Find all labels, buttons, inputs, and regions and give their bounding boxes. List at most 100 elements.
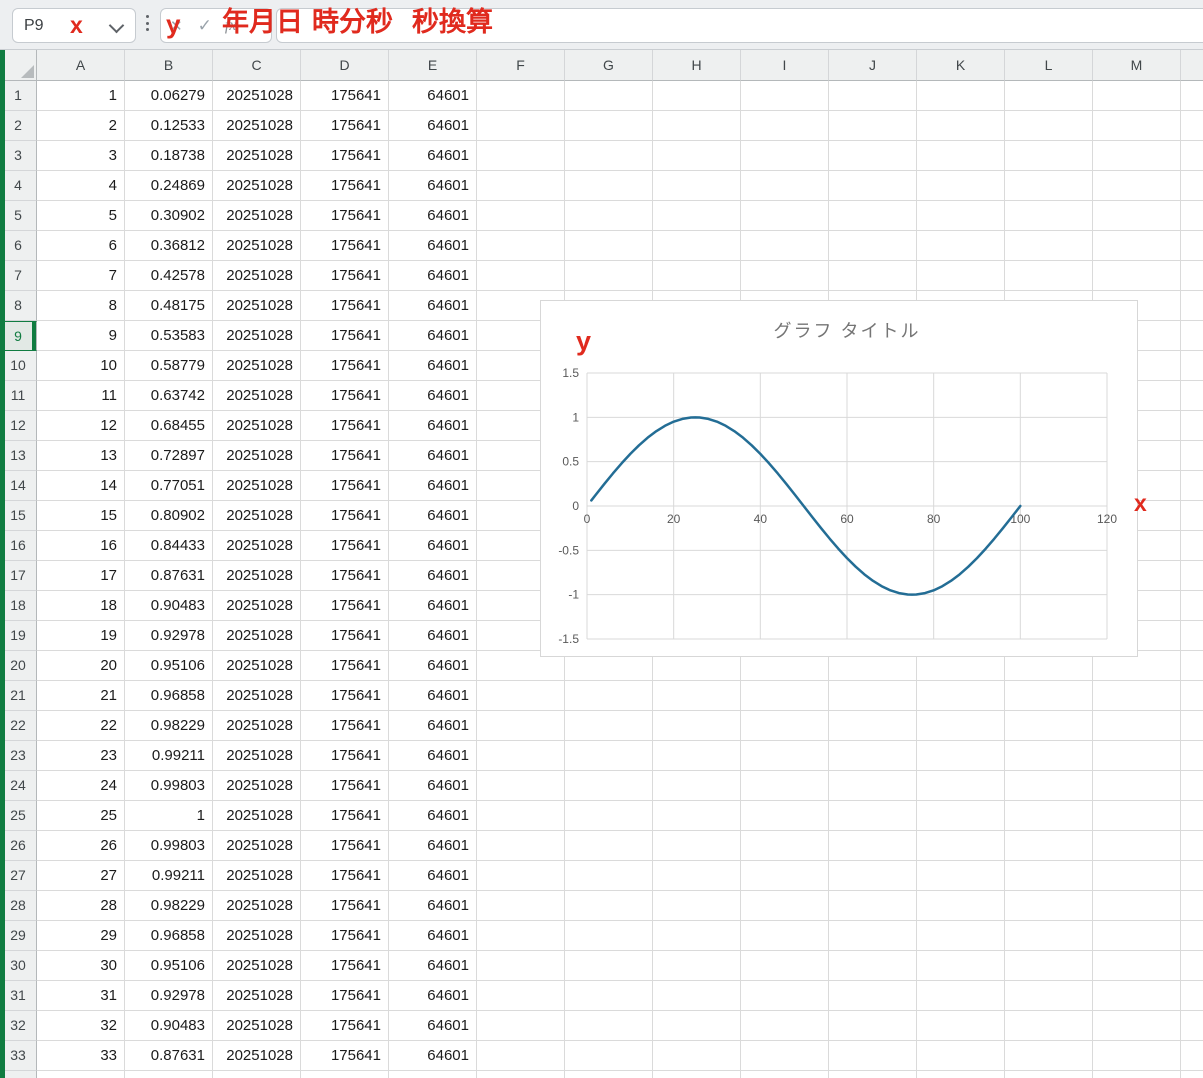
column-header-H[interactable]: H <box>653 50 741 81</box>
cell-B6[interactable]: 0.36812 <box>125 231 213 261</box>
cell-L28[interactable] <box>1005 891 1093 921</box>
cell-K23[interactable] <box>917 741 1005 771</box>
cell-G3[interactable] <box>565 141 653 171</box>
cell-D9[interactable]: 175641 <box>301 321 389 351</box>
column-header-partial[interactable] <box>1181 50 1203 81</box>
cell-M21[interactable] <box>1093 681 1181 711</box>
cell-A26[interactable]: 26 <box>37 831 125 861</box>
cell-H33[interactable] <box>653 1041 741 1071</box>
cell-G6[interactable] <box>565 231 653 261</box>
cell-L22[interactable] <box>1005 711 1093 741</box>
cell-D29[interactable]: 175641 <box>301 921 389 951</box>
cell-B26[interactable]: 0.99803 <box>125 831 213 861</box>
cell-L24[interactable] <box>1005 771 1093 801</box>
cell-partial-18[interactable] <box>1181 591 1203 621</box>
cell-D11[interactable]: 175641 <box>301 381 389 411</box>
cell-C7[interactable]: 20251028 <box>213 261 301 291</box>
column-header-B[interactable]: B <box>125 50 213 81</box>
cell-J25[interactable] <box>829 801 917 831</box>
cell-J1[interactable] <box>829 81 917 111</box>
cell-C24[interactable]: 20251028 <box>213 771 301 801</box>
cell-I7[interactable] <box>741 261 829 291</box>
cell-L30[interactable] <box>1005 951 1093 981</box>
cell-C34[interactable] <box>213 1071 301 1078</box>
cell-L4[interactable] <box>1005 171 1093 201</box>
cell-B27[interactable]: 0.99211 <box>125 861 213 891</box>
row-header-11[interactable]: 11 <box>0 381 37 411</box>
cell-F28[interactable] <box>477 891 565 921</box>
cell-E14[interactable]: 64601 <box>389 471 477 501</box>
row-header-15[interactable]: 15 <box>0 501 37 531</box>
cell-partial-31[interactable] <box>1181 981 1203 1011</box>
cell-C8[interactable]: 20251028 <box>213 291 301 321</box>
cell-D12[interactable]: 175641 <box>301 411 389 441</box>
cell-B17[interactable]: 0.87631 <box>125 561 213 591</box>
cell-E17[interactable]: 64601 <box>389 561 477 591</box>
column-header-M[interactable]: M <box>1093 50 1181 81</box>
column-header-A[interactable]: A <box>37 50 125 81</box>
cell-H29[interactable] <box>653 921 741 951</box>
cell-A19[interactable]: 19 <box>37 621 125 651</box>
cell-C13[interactable]: 20251028 <box>213 441 301 471</box>
row-header-13[interactable]: 13 <box>0 441 37 471</box>
cell-K2[interactable] <box>917 111 1005 141</box>
cell-L1[interactable] <box>1005 81 1093 111</box>
cell-B21[interactable]: 0.96858 <box>125 681 213 711</box>
cell-F33[interactable] <box>477 1041 565 1071</box>
cell-partial-19[interactable] <box>1181 621 1203 651</box>
row-header-33[interactable]: 33 <box>0 1041 37 1071</box>
row-header-22[interactable]: 22 <box>0 711 37 741</box>
cell-F3[interactable] <box>477 141 565 171</box>
cell-B4[interactable]: 0.24869 <box>125 171 213 201</box>
cell-H21[interactable] <box>653 681 741 711</box>
row-header-20[interactable]: 20 <box>0 651 37 681</box>
cell-H3[interactable] <box>653 141 741 171</box>
cell-D18[interactable]: 175641 <box>301 591 389 621</box>
cell-A33[interactable]: 33 <box>37 1041 125 1071</box>
cell-partial-29[interactable] <box>1181 921 1203 951</box>
cell-A5[interactable]: 5 <box>37 201 125 231</box>
cell-E13[interactable]: 64601 <box>389 441 477 471</box>
cell-I28[interactable] <box>741 891 829 921</box>
cell-H2[interactable] <box>653 111 741 141</box>
cell-F6[interactable] <box>477 231 565 261</box>
column-header-I[interactable]: I <box>741 50 829 81</box>
cell-D8[interactable]: 175641 <box>301 291 389 321</box>
row-header-5[interactable]: 5 <box>0 201 37 231</box>
cell-M30[interactable] <box>1093 951 1181 981</box>
cell-partial-5[interactable] <box>1181 201 1203 231</box>
cell-L31[interactable] <box>1005 981 1093 1011</box>
row-header-26[interactable]: 26 <box>0 831 37 861</box>
cell-E6[interactable]: 64601 <box>389 231 477 261</box>
cell-D24[interactable]: 175641 <box>301 771 389 801</box>
cell-C19[interactable]: 20251028 <box>213 621 301 651</box>
row-header-29[interactable]: 29 <box>0 921 37 951</box>
cell-H24[interactable] <box>653 771 741 801</box>
cell-I24[interactable] <box>741 771 829 801</box>
cell-E34[interactable] <box>389 1071 477 1078</box>
cell-E7[interactable]: 64601 <box>389 261 477 291</box>
cell-J23[interactable] <box>829 741 917 771</box>
cell-G1[interactable] <box>565 81 653 111</box>
cell-E11[interactable]: 64601 <box>389 381 477 411</box>
row-header-1[interactable]: 1 <box>0 81 37 111</box>
cell-I3[interactable] <box>741 141 829 171</box>
cell-K5[interactable] <box>917 201 1005 231</box>
cell-B23[interactable]: 0.99211 <box>125 741 213 771</box>
cell-H28[interactable] <box>653 891 741 921</box>
column-header-K[interactable]: K <box>917 50 1005 81</box>
cell-M1[interactable] <box>1093 81 1181 111</box>
cell-B24[interactable]: 0.99803 <box>125 771 213 801</box>
cell-A15[interactable]: 15 <box>37 501 125 531</box>
row-header-10[interactable]: 10 <box>0 351 37 381</box>
cell-E20[interactable]: 64601 <box>389 651 477 681</box>
cell-C15[interactable]: 20251028 <box>213 501 301 531</box>
cell-M31[interactable] <box>1093 981 1181 1011</box>
cell-J4[interactable] <box>829 171 917 201</box>
cell-M6[interactable] <box>1093 231 1181 261</box>
cell-A29[interactable]: 29 <box>37 921 125 951</box>
row-header-7[interactable]: 7 <box>0 261 37 291</box>
cell-E18[interactable]: 64601 <box>389 591 477 621</box>
cell-L29[interactable] <box>1005 921 1093 951</box>
cell-M25[interactable] <box>1093 801 1181 831</box>
